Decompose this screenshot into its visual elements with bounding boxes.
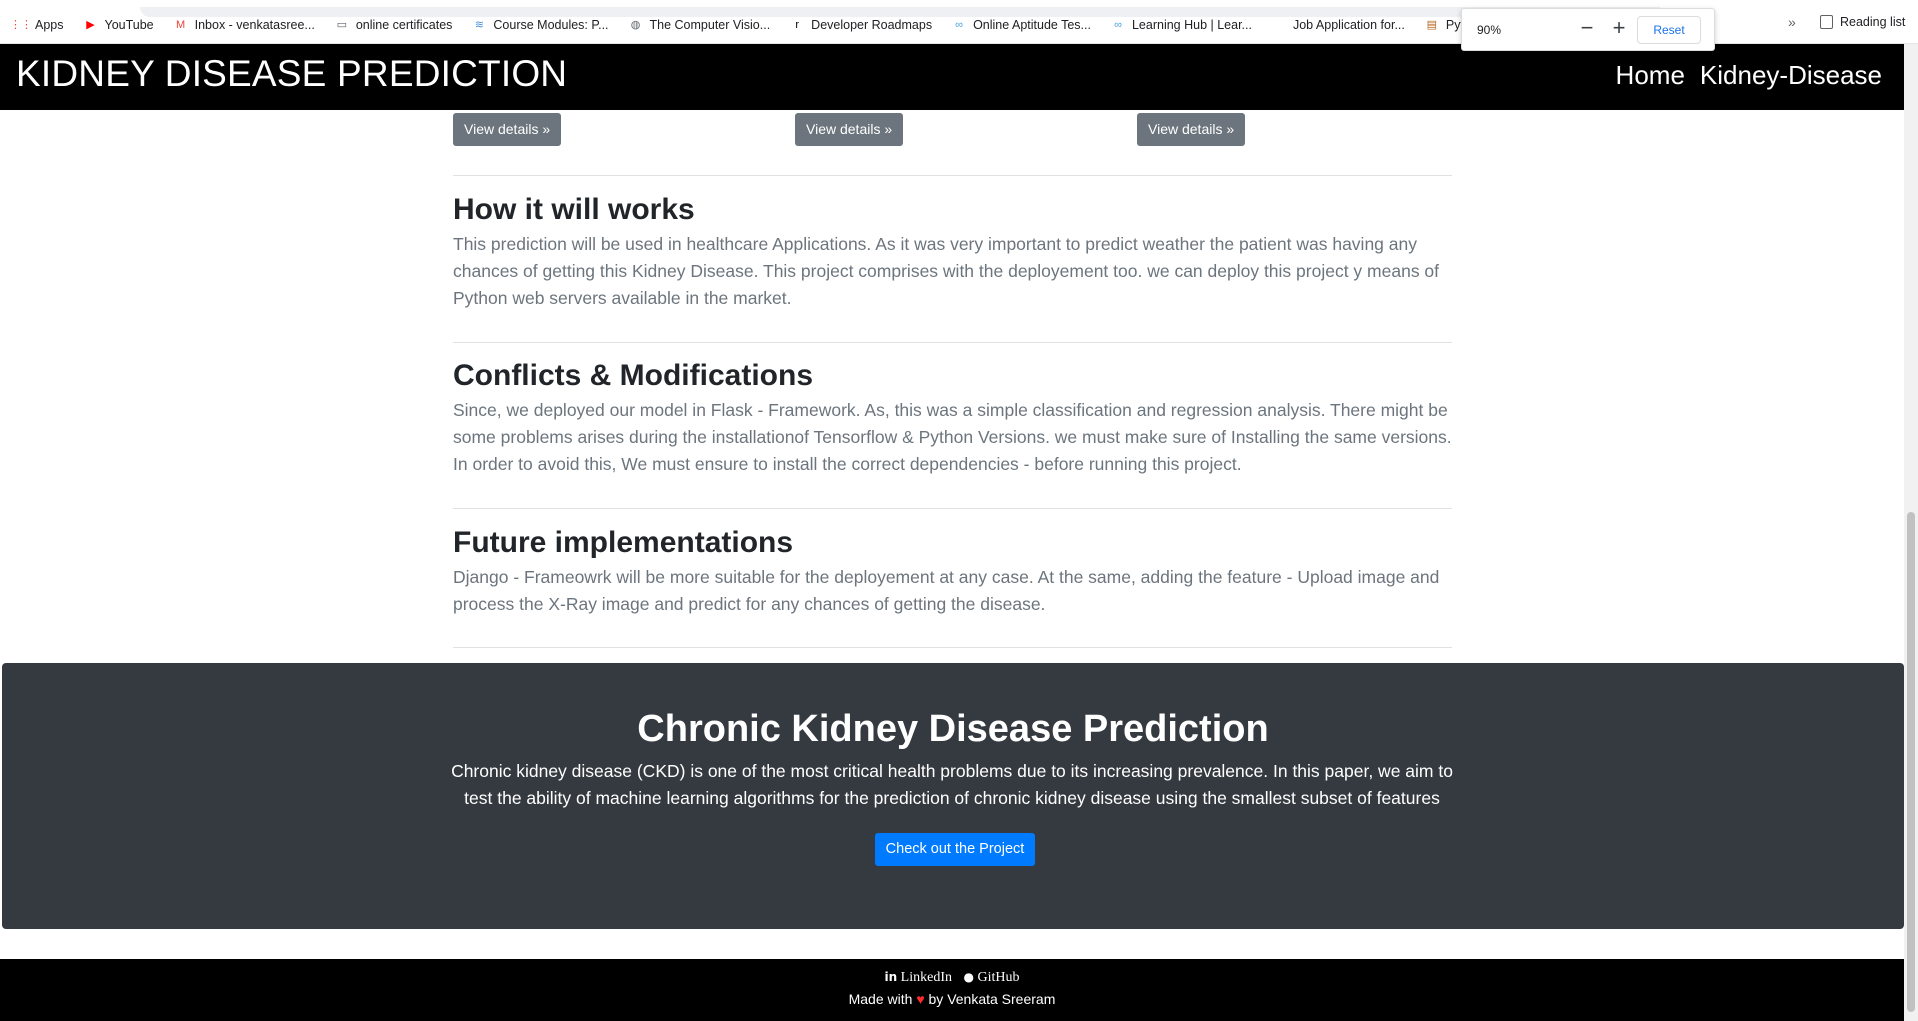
course-icon: ≋ [474, 19, 485, 31]
project-jumbotron: Chronic Kidney Disease Prediction Chroni… [2, 663, 1904, 929]
feature-conflicts: Conflicts & Modifications Since, we depl… [453, 359, 1453, 478]
bookmark-item[interactable]: ⋮⋮ Apps [10, 15, 64, 35]
check-project-button[interactable]: Check out the Project [875, 833, 1035, 866]
gmail-icon: M [176, 19, 186, 31]
github-icon: ● [963, 970, 974, 984]
more-bookmarks-button[interactable]: » [1788, 14, 1796, 30]
aptitude-icon: ∞ [955, 19, 963, 31]
details-button-row: View details » View details » View detai… [453, 113, 1453, 146]
bookmark-label: The Computer Visio... [649, 18, 771, 32]
feature-how-it-works: How it will works This prediction will b… [453, 193, 1453, 312]
certificate-icon: ▭ [336, 19, 348, 31]
bookmark-label: Online Aptitude Tes... [973, 18, 1091, 32]
feature-title: Conflicts & Modifications [453, 359, 813, 392]
bookmark-label: Developer Roadmaps [811, 18, 933, 32]
bookmark-item[interactable]: Job Application for... [1272, 15, 1405, 35]
github-link[interactable]: ● GitHub [964, 970, 1020, 985]
reading-list-button[interactable]: Reading list [1820, 15, 1905, 29]
bookmark-label: online certificates [355, 18, 453, 32]
bookmark-item[interactable]: ≋ Course Modules: P... [472, 15, 609, 35]
zoom-out-button[interactable]: − [1575, 17, 1599, 41]
scrollbar-thumb[interactable] [1907, 512, 1915, 1012]
reading-list-label: Reading list [1840, 15, 1906, 29]
reading-list-icon [1820, 15, 1833, 29]
learning-hub-icon: ∞ [1114, 19, 1122, 31]
feature-title: Future implementations [453, 526, 794, 559]
bookmark-label: Job Application for... [1292, 18, 1405, 32]
zoom-popup: 90% − + Reset [1461, 8, 1715, 51]
globe-icon: ◍ [630, 19, 641, 31]
job-icon [1272, 18, 1286, 32]
feature-text: This prediction will be used in healthca… [453, 234, 1440, 308]
made-with-text: Made with ♥ by Venkata Sreeram [0, 991, 1904, 1007]
nav-link-kidney-disease[interactable]: Kidney-Disease [1700, 60, 1882, 91]
site-navbar: KIDNEY DISEASE PREDICTION Home Kidney-Di… [0, 44, 1918, 110]
bookmark-label: Inbox - venkatasree... [194, 18, 315, 32]
feature-text: Django - Frameowrk will be more suitable… [453, 567, 1440, 614]
divider [453, 175, 1452, 176]
divider [453, 647, 1452, 648]
feature-text: Since, we deployed our model in Flask - … [453, 400, 1452, 474]
youtube-icon: ▶ [86, 19, 95, 31]
jumbotron-text: Chronic kidney disease (CKD) is one of t… [451, 761, 1453, 808]
bookmark-item[interactable]: ∞ Online Aptitude Tes... [952, 15, 1091, 35]
divider [453, 508, 1452, 509]
nav-link-home[interactable]: Home [1616, 60, 1685, 91]
bookmark-item[interactable]: r Developer Roadmaps [790, 15, 932, 35]
roadmap-icon: r [795, 19, 799, 31]
zoom-reset-button[interactable]: Reset [1637, 16, 1701, 44]
page-scrollbar[interactable] [1904, 44, 1918, 1021]
github-label: GitHub [977, 970, 1020, 985]
divider [453, 342, 1452, 343]
view-details-button[interactable]: View details » [1137, 113, 1246, 146]
footer-links: in LinkedIn ● GitHub [0, 970, 1904, 986]
bookmark-item[interactable]: ▶ YouTube [84, 15, 154, 35]
bookmark-item[interactable]: ∞ Learning Hub | Lear... [1111, 15, 1252, 35]
apps-grid-icon: ⋮⋮ [10, 19, 32, 31]
nav-links: Home Kidney-Disease [1601, 60, 1882, 91]
site-footer: in LinkedIn ● GitHub Made with ♥ by Venk… [0, 959, 1904, 1021]
feature-title: How it will works [453, 193, 695, 226]
jumbotron-title: Chronic Kidney Disease Prediction [637, 708, 1269, 750]
author-credit: by Venkata Sreeram [928, 991, 1056, 1007]
site-brand[interactable]: KIDNEY DISEASE PREDICTION [16, 53, 567, 95]
bookmark-label: YouTube [104, 18, 154, 32]
bookmark-item[interactable]: ▭ online certificates [335, 15, 453, 35]
view-details-button[interactable]: View details » [795, 113, 904, 146]
bookmark-list: ⋮⋮ Apps ▶ YouTube M Inbox - venkatasree... ▭ on… [10, 15, 1543, 35]
zoom-in-button[interactable]: + [1607, 17, 1631, 41]
bookmark-label: Apps [35, 18, 64, 32]
heart-icon: ♥ [916, 991, 925, 1007]
bookmark-label: Course Modules: P... [493, 18, 609, 32]
bookmark-item[interactable]: ◍ The Computer Visio... [629, 15, 771, 35]
view-details-button[interactable]: View details » [453, 113, 562, 146]
zoom-level: 90% [1477, 23, 1502, 37]
linkedin-link[interactable]: in LinkedIn [885, 970, 952, 985]
bookmark-item[interactable]: M Inbox - venkatasree... [174, 15, 315, 35]
linkedin-icon: in [884, 970, 898, 984]
made-with-label: Made with [848, 991, 913, 1007]
feature-future: Future implementations Django - Frameowr… [453, 526, 1453, 618]
linkedin-label: LinkedIn [900, 970, 952, 985]
python-icon: ▤ [1426, 19, 1438, 31]
bookmark-label: Learning Hub | Lear... [1131, 18, 1252, 32]
